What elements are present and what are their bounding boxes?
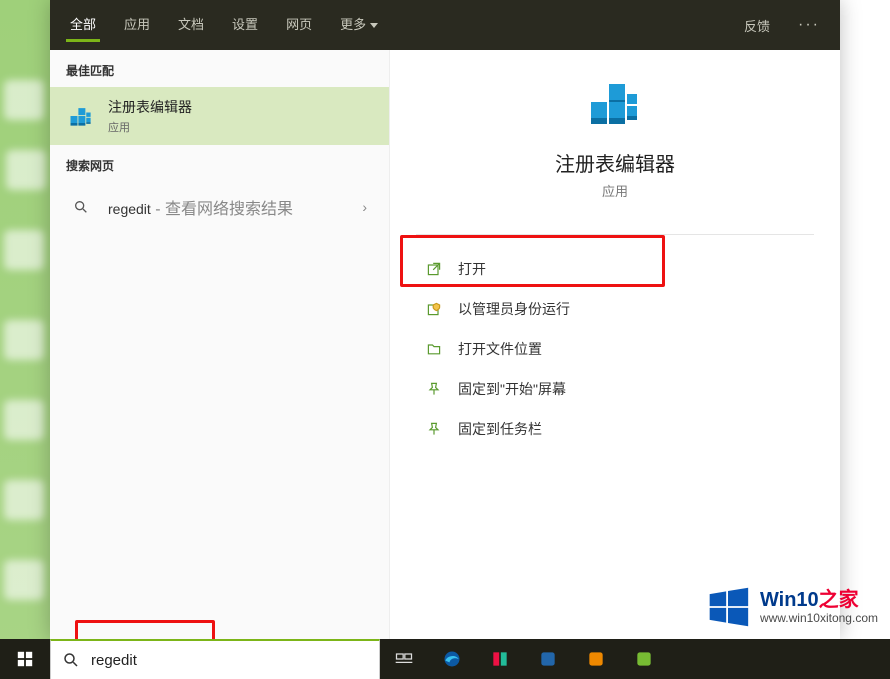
action-label: 打开 — [458, 259, 486, 279]
open-icon — [424, 259, 444, 279]
search-input[interactable] — [91, 652, 379, 669]
tab-all[interactable]: 全部 — [56, 0, 110, 50]
search-web-header: 搜索网页 — [50, 145, 389, 182]
folder-icon — [424, 339, 444, 359]
feedback-link[interactable]: 反馈 — [730, 16, 784, 35]
shield-icon — [424, 299, 444, 319]
open-action[interactable]: 打开 — [416, 249, 814, 289]
pin-icon — [424, 419, 444, 439]
tab-label: 应用 — [124, 17, 150, 32]
chevron-down-icon — [370, 23, 378, 28]
tab-settings[interactable]: 设置 — [218, 0, 272, 50]
action-label: 固定到任务栏 — [458, 419, 542, 439]
tab-documents[interactable]: 文档 — [164, 0, 218, 50]
open-file-location-action[interactable]: 打开文件位置 — [416, 329, 814, 369]
tab-label: 网页 — [286, 17, 312, 32]
pin-to-taskbar-action[interactable]: 固定到任务栏 — [416, 409, 814, 449]
tab-apps[interactable]: 应用 — [110, 0, 164, 50]
search-icon — [51, 651, 91, 669]
action-label: 打开文件位置 — [458, 339, 542, 359]
tab-more[interactable]: 更多 — [326, 0, 392, 50]
result-subtitle: 应用 — [108, 119, 373, 135]
options-menu-button[interactable]: ··· — [784, 16, 834, 34]
results-list: 最佳匹配 — [50, 50, 390, 639]
windows-logo-icon — [706, 585, 750, 629]
search-icon — [66, 192, 96, 222]
watermark: Win10之家 www.win10xitong.com — [706, 585, 878, 629]
best-match-header: 最佳匹配 — [50, 50, 389, 87]
tab-label: 全部 — [70, 17, 96, 32]
edge-browser-icon[interactable] — [428, 639, 476, 679]
pin-icon — [424, 379, 444, 399]
pinned-app-icon[interactable] — [476, 639, 524, 679]
result-title: 注册表编辑器 — [108, 97, 373, 117]
desktop-background — [0, 0, 50, 679]
taskbar-search[interactable] — [50, 639, 380, 679]
web-search-result[interactable]: regedit - 查看网络搜索结果 › — [50, 182, 389, 232]
web-query: regedit — [108, 201, 151, 217]
registry-editor-icon — [583, 70, 647, 134]
registry-editor-icon — [66, 101, 96, 131]
app-title: 注册表编辑器 — [555, 148, 675, 177]
best-match-result[interactable]: 注册表编辑器 应用 — [50, 87, 389, 145]
web-suffix: - 查看网络搜索结果 — [151, 201, 293, 218]
pinned-app-icon[interactable] — [524, 639, 572, 679]
chevron-right-icon: › — [356, 199, 373, 215]
action-list: 打开 以管理员身份运行 打开文件位置 — [390, 249, 840, 449]
tab-web[interactable]: 网页 — [272, 0, 326, 50]
pinned-app-icon[interactable] — [620, 639, 668, 679]
action-label: 固定到"开始"屏幕 — [458, 379, 566, 399]
search-results-panel: 全部 应用 文档 设置 网页 更多 反馈 ··· 最佳匹配 — [50, 0, 840, 639]
watermark-url: www.win10xitong.com — [760, 612, 878, 626]
tab-label: 更多 — [340, 17, 366, 32]
task-view-button[interactable] — [380, 639, 428, 679]
result-detail-pane: 注册表编辑器 应用 打开 — [390, 50, 840, 639]
tab-label: 文档 — [178, 17, 204, 32]
taskbar — [0, 639, 890, 679]
pin-to-start-action[interactable]: 固定到"开始"屏幕 — [416, 369, 814, 409]
pinned-app-icon[interactable] — [572, 639, 620, 679]
search-filter-bar: 全部 应用 文档 设置 网页 更多 反馈 ··· — [50, 0, 840, 50]
app-kind: 应用 — [602, 181, 628, 200]
watermark-title: Win10之家 — [760, 589, 878, 612]
tab-label: 设置 — [232, 17, 258, 32]
start-button[interactable] — [0, 639, 50, 679]
action-label: 以管理员身份运行 — [458, 299, 570, 319]
run-as-admin-action[interactable]: 以管理员身份运行 — [416, 289, 814, 329]
divider — [416, 234, 814, 235]
